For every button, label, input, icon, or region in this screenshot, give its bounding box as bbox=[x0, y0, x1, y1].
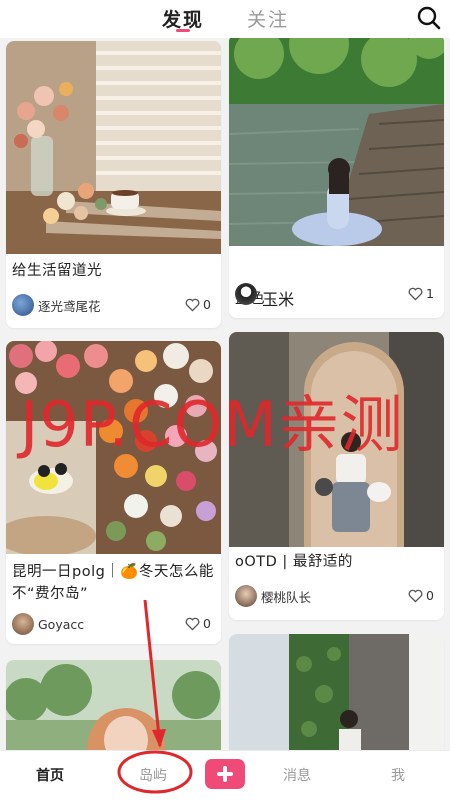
nav-messages[interactable]: 消息 bbox=[283, 765, 311, 785]
nav-islands[interactable]: 岛屿 bbox=[139, 765, 167, 785]
nav-home[interactable]: 首页 bbox=[36, 765, 64, 785]
author-name: 樱桃队长 bbox=[261, 589, 312, 605]
post-author[interactable]: Goyacc bbox=[12, 613, 84, 635]
post-image bbox=[229, 38, 444, 246]
nav-me[interactable]: 我 bbox=[391, 765, 405, 785]
like-count: 0 bbox=[203, 297, 211, 312]
post-card[interactable] bbox=[6, 660, 221, 750]
post-card[interactable]: 昆明一日polg｜🍊冬天怎么能不“费尔岛” Goyacc 0 bbox=[6, 341, 221, 644]
avatar bbox=[12, 294, 34, 316]
search-icon bbox=[417, 6, 441, 30]
heart-icon bbox=[408, 287, 423, 301]
post-title: 给生活留道光 bbox=[12, 263, 102, 279]
post-author[interactable]: 樱桃队长 bbox=[235, 585, 311, 607]
active-tab-indicator bbox=[176, 29, 190, 32]
heart-icon bbox=[185, 298, 200, 312]
search-button[interactable] bbox=[416, 5, 442, 31]
heart-icon bbox=[408, 589, 423, 603]
post-title: 昆明一日polg｜🍊冬天怎么能不“费尔岛” bbox=[12, 564, 214, 602]
author-name: 逐光鸢尾花 bbox=[38, 298, 101, 314]
post-image bbox=[6, 660, 221, 750]
like-count: 0 bbox=[203, 616, 211, 631]
like-count: 1 bbox=[426, 286, 434, 301]
post-title: oOTD | 最舒适的 bbox=[235, 554, 353, 570]
watermark-text: J9P.COM亲测 bbox=[20, 388, 404, 461]
avatar bbox=[235, 585, 257, 607]
post-image bbox=[6, 41, 221, 254]
post-card[interactable]: 给生活留道光 逐光鸢尾花 0 bbox=[6, 41, 221, 328]
author-name: 玉米 bbox=[262, 290, 295, 309]
post-card[interactable]: oOTD | 最舒适的 樱桃队长 0 bbox=[229, 332, 444, 620]
avatar bbox=[12, 613, 34, 635]
post-author[interactable]: 逐光鸢尾花 bbox=[12, 294, 101, 316]
heart-icon bbox=[185, 617, 200, 631]
post-image bbox=[229, 634, 444, 750]
post-card[interactable]: 蓝色 bbox=[229, 38, 444, 318]
post-author[interactable]: 玉米 bbox=[235, 283, 294, 310]
avatar bbox=[235, 283, 257, 305]
like-button[interactable]: 0 bbox=[408, 588, 434, 603]
post-card[interactable] bbox=[229, 634, 444, 750]
like-count: 0 bbox=[426, 588, 434, 603]
tab-discover[interactable]: 发现 bbox=[162, 5, 204, 32]
tab-following[interactable]: 关注 bbox=[247, 5, 289, 32]
create-post-button[interactable] bbox=[205, 759, 245, 789]
like-button[interactable]: 0 bbox=[185, 616, 211, 631]
top-bar: 发现 关注 bbox=[0, 0, 450, 38]
like-button[interactable]: 1 bbox=[408, 286, 434, 301]
author-name: Goyacc bbox=[38, 616, 85, 632]
bottom-nav: 首页 岛屿 消息 我 bbox=[0, 750, 450, 801]
like-button[interactable]: 0 bbox=[185, 297, 211, 312]
